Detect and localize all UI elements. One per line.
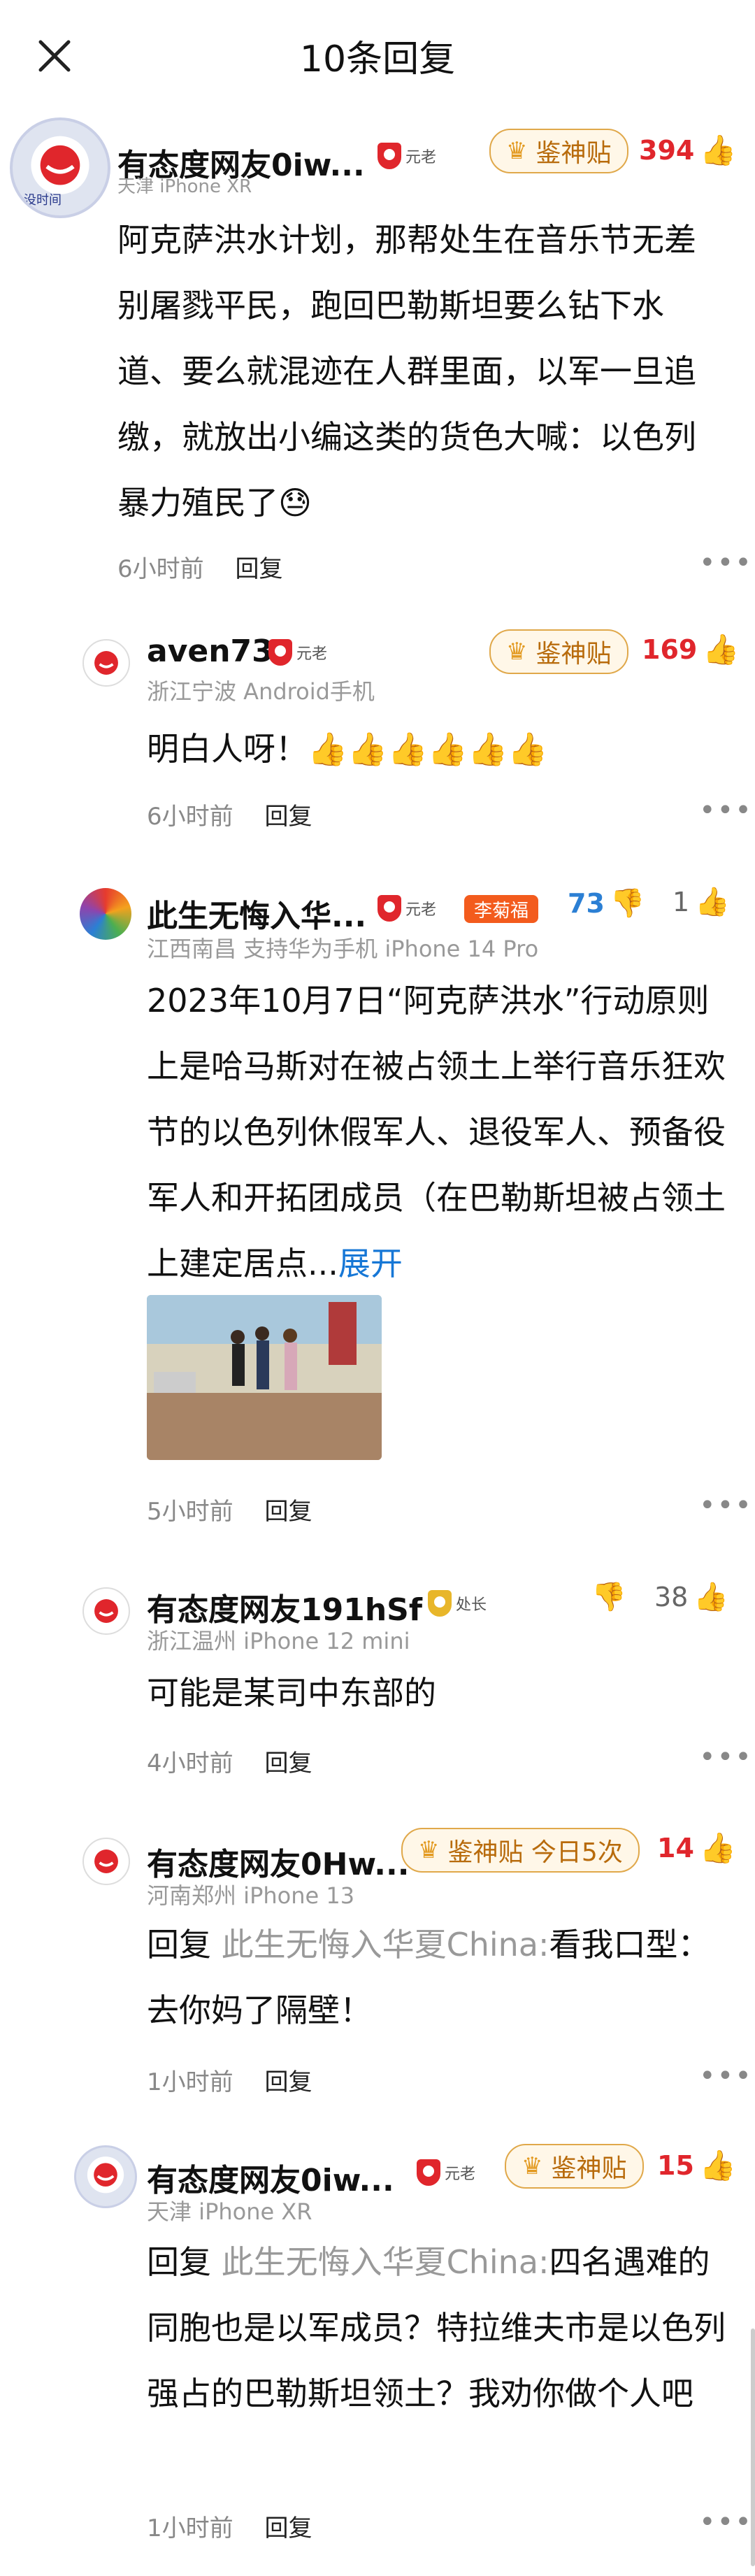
like-button[interactable]: 1 👍 — [673, 885, 730, 918]
avatar[interactable] — [82, 1838, 130, 1885]
reply-button[interactable]: 回复 — [235, 555, 282, 583]
comment-footer: 4小时前 回复 — [147, 1744, 312, 1778]
username[interactable]: 此生无悔入华... — [147, 891, 366, 936]
reply-to-user[interactable]: 此生无悔入华夏China: — [222, 2243, 549, 2281]
timestamp: 1小时前 — [147, 2068, 233, 2096]
thumbs-up-icon: 👍 — [703, 632, 740, 666]
crown-icon: ♛ — [506, 137, 528, 165]
location-device: 江西南昌 支持华为手机 iPhone 14 Pro — [147, 936, 539, 962]
like-button[interactable]: 394 👍 — [639, 133, 737, 168]
timestamp: 6小时前 — [147, 803, 233, 831]
thumbs-up-icon: 👍 — [699, 2148, 737, 2182]
reply-button[interactable]: 回复 — [264, 2068, 312, 2096]
comment-text: 回复 此生无悔入华夏China:看我口型：去你妈了隔壁！ — [147, 1926, 710, 2029]
page-title: 10条回复 — [299, 38, 456, 80]
dislike-outline-icon[interactable]: 👎 — [591, 1580, 626, 1613]
username[interactable]: aven73 — [147, 634, 273, 669]
comment-footer: 6小时前 回复 — [117, 550, 282, 584]
timestamp: 5小时前 — [147, 1498, 233, 1526]
reply-button[interactable]: 回复 — [264, 1749, 312, 1777]
timestamp: 4小时前 — [147, 1749, 233, 1777]
more-options-icon[interactable]: ••• — [699, 794, 753, 827]
thumbs-down-icon: 👎 — [610, 887, 645, 920]
more-options-icon[interactable]: ••• — [699, 2506, 753, 2538]
title-badge: 李菊福 — [464, 895, 539, 923]
rank-badge: 元老 — [378, 895, 436, 922]
comment-footer: 6小时前 回复 — [147, 797, 312, 831]
rank-badge: 元老 — [268, 639, 327, 666]
rank-badge: 元老 — [417, 2159, 475, 2186]
like-button[interactable]: 14 👍 — [657, 1831, 736, 1866]
avatar[interactable] — [82, 1587, 130, 1635]
location-device: 天津 iPhone XR — [117, 176, 252, 197]
location-device: 浙江宁波 Android手机 — [147, 678, 375, 705]
god-comment-badge: ♛ 鉴神贴 — [489, 129, 628, 173]
comment-text: 2023年10月7日“阿克萨洪水”行动原则上是哈马斯对在被占领土上举行音乐狂欢节… — [147, 982, 726, 1282]
dislike-button[interactable]: 73 👎 — [568, 887, 645, 920]
comment-footer: 1小时前 回复 — [147, 2509, 312, 2543]
reply-button[interactable]: 回复 — [264, 2514, 312, 2542]
crown-icon: ♛ — [506, 638, 528, 666]
username[interactable]: 有态度网友191hSf — [147, 1584, 422, 1629]
location-device: 浙江温州 iPhone 12 mini — [147, 1628, 410, 1654]
timestamp: 1小时前 — [147, 2514, 233, 2542]
thumbs-up-icon: 👍 — [700, 133, 737, 167]
more-options-icon[interactable]: ••• — [699, 1489, 753, 1522]
crown-icon: ♛ — [418, 1836, 440, 1864]
comment-footer: 1小时前 回复 — [147, 2063, 312, 2097]
avatar[interactable] — [74, 2145, 137, 2208]
reply-to-user[interactable]: 此生无悔入华夏China: — [222, 1926, 549, 1963]
thumbs-up-outline-icon: 👍 — [695, 886, 730, 918]
god-comment-badge: ♛ 鉴神贴 今日5次 — [401, 1828, 640, 1873]
like-button[interactable]: 169 👍 — [642, 632, 740, 667]
reply-button[interactable]: 回复 — [264, 803, 312, 831]
avatar[interactable] — [80, 888, 131, 940]
more-options-icon[interactable]: ••• — [699, 2060, 753, 2092]
location-device: 河南郑州 iPhone 13 — [147, 1882, 355, 1909]
more-options-icon[interactable]: ••• — [699, 1741, 753, 1773]
comment-text: 阿克萨洪水计划，那帮处生在音乐节无差别屠戮平民，跑回巴勒斯坦要么钻下水道、要么就… — [117, 221, 696, 522]
header-bar: 10条回复 — [0, 0, 755, 112]
scrollbar[interactable] — [751, 2328, 755, 2566]
shield-icon — [378, 143, 401, 169]
username[interactable]: 有态度网友0iw... — [147, 2155, 394, 2200]
shield-icon — [268, 639, 292, 666]
expand-link[interactable]: 展开 — [338, 1245, 403, 1282]
shield-icon — [378, 895, 401, 922]
comment-image[interactable] — [147, 1295, 382, 1460]
avatar[interactable] — [82, 639, 130, 687]
reply-button[interactable]: 回复 — [264, 1498, 312, 1526]
comment-text: 可能是某司中东部的 — [147, 1674, 436, 1712]
like-button[interactable]: 38 👍 — [654, 1580, 728, 1613]
like-button[interactable]: 15 👍 — [657, 2148, 736, 2183]
comment-footer: 5小时前 回复 — [147, 1492, 312, 1526]
god-comment-badge: ♛ 鉴神贴 — [489, 629, 628, 674]
location-device: 天津 iPhone XR — [147, 2198, 312, 2225]
thumbs-up-outline-icon: 👍 — [693, 1581, 729, 1613]
more-options-icon[interactable]: ••• — [699, 547, 753, 579]
rank-badge: 元老 — [378, 143, 436, 169]
shield-icon — [428, 1590, 452, 1617]
rank-badge: 处长 — [428, 1590, 487, 1617]
thumbs-up-icon: 👍 — [699, 1831, 737, 1865]
avatar-label: 没时间 — [24, 193, 62, 208]
comment-text: 回复 此生无悔入华夏China:四名遇难的同胞也是以军成员？特拉维夫市是以色列强… — [147, 2243, 726, 2412]
timestamp: 6小时前 — [117, 555, 204, 583]
username[interactable]: 有态度网友0Hw... — [147, 1839, 409, 1884]
avatar[interactable]: 没时间 — [10, 117, 110, 218]
crown-icon: ♛ — [522, 2152, 543, 2180]
comment-text: 明白人呀！👍👍👍👍👍👍 — [147, 730, 548, 768]
shield-icon — [417, 2159, 440, 2186]
god-comment-badge: ♛ 鉴神贴 — [505, 2144, 644, 2189]
